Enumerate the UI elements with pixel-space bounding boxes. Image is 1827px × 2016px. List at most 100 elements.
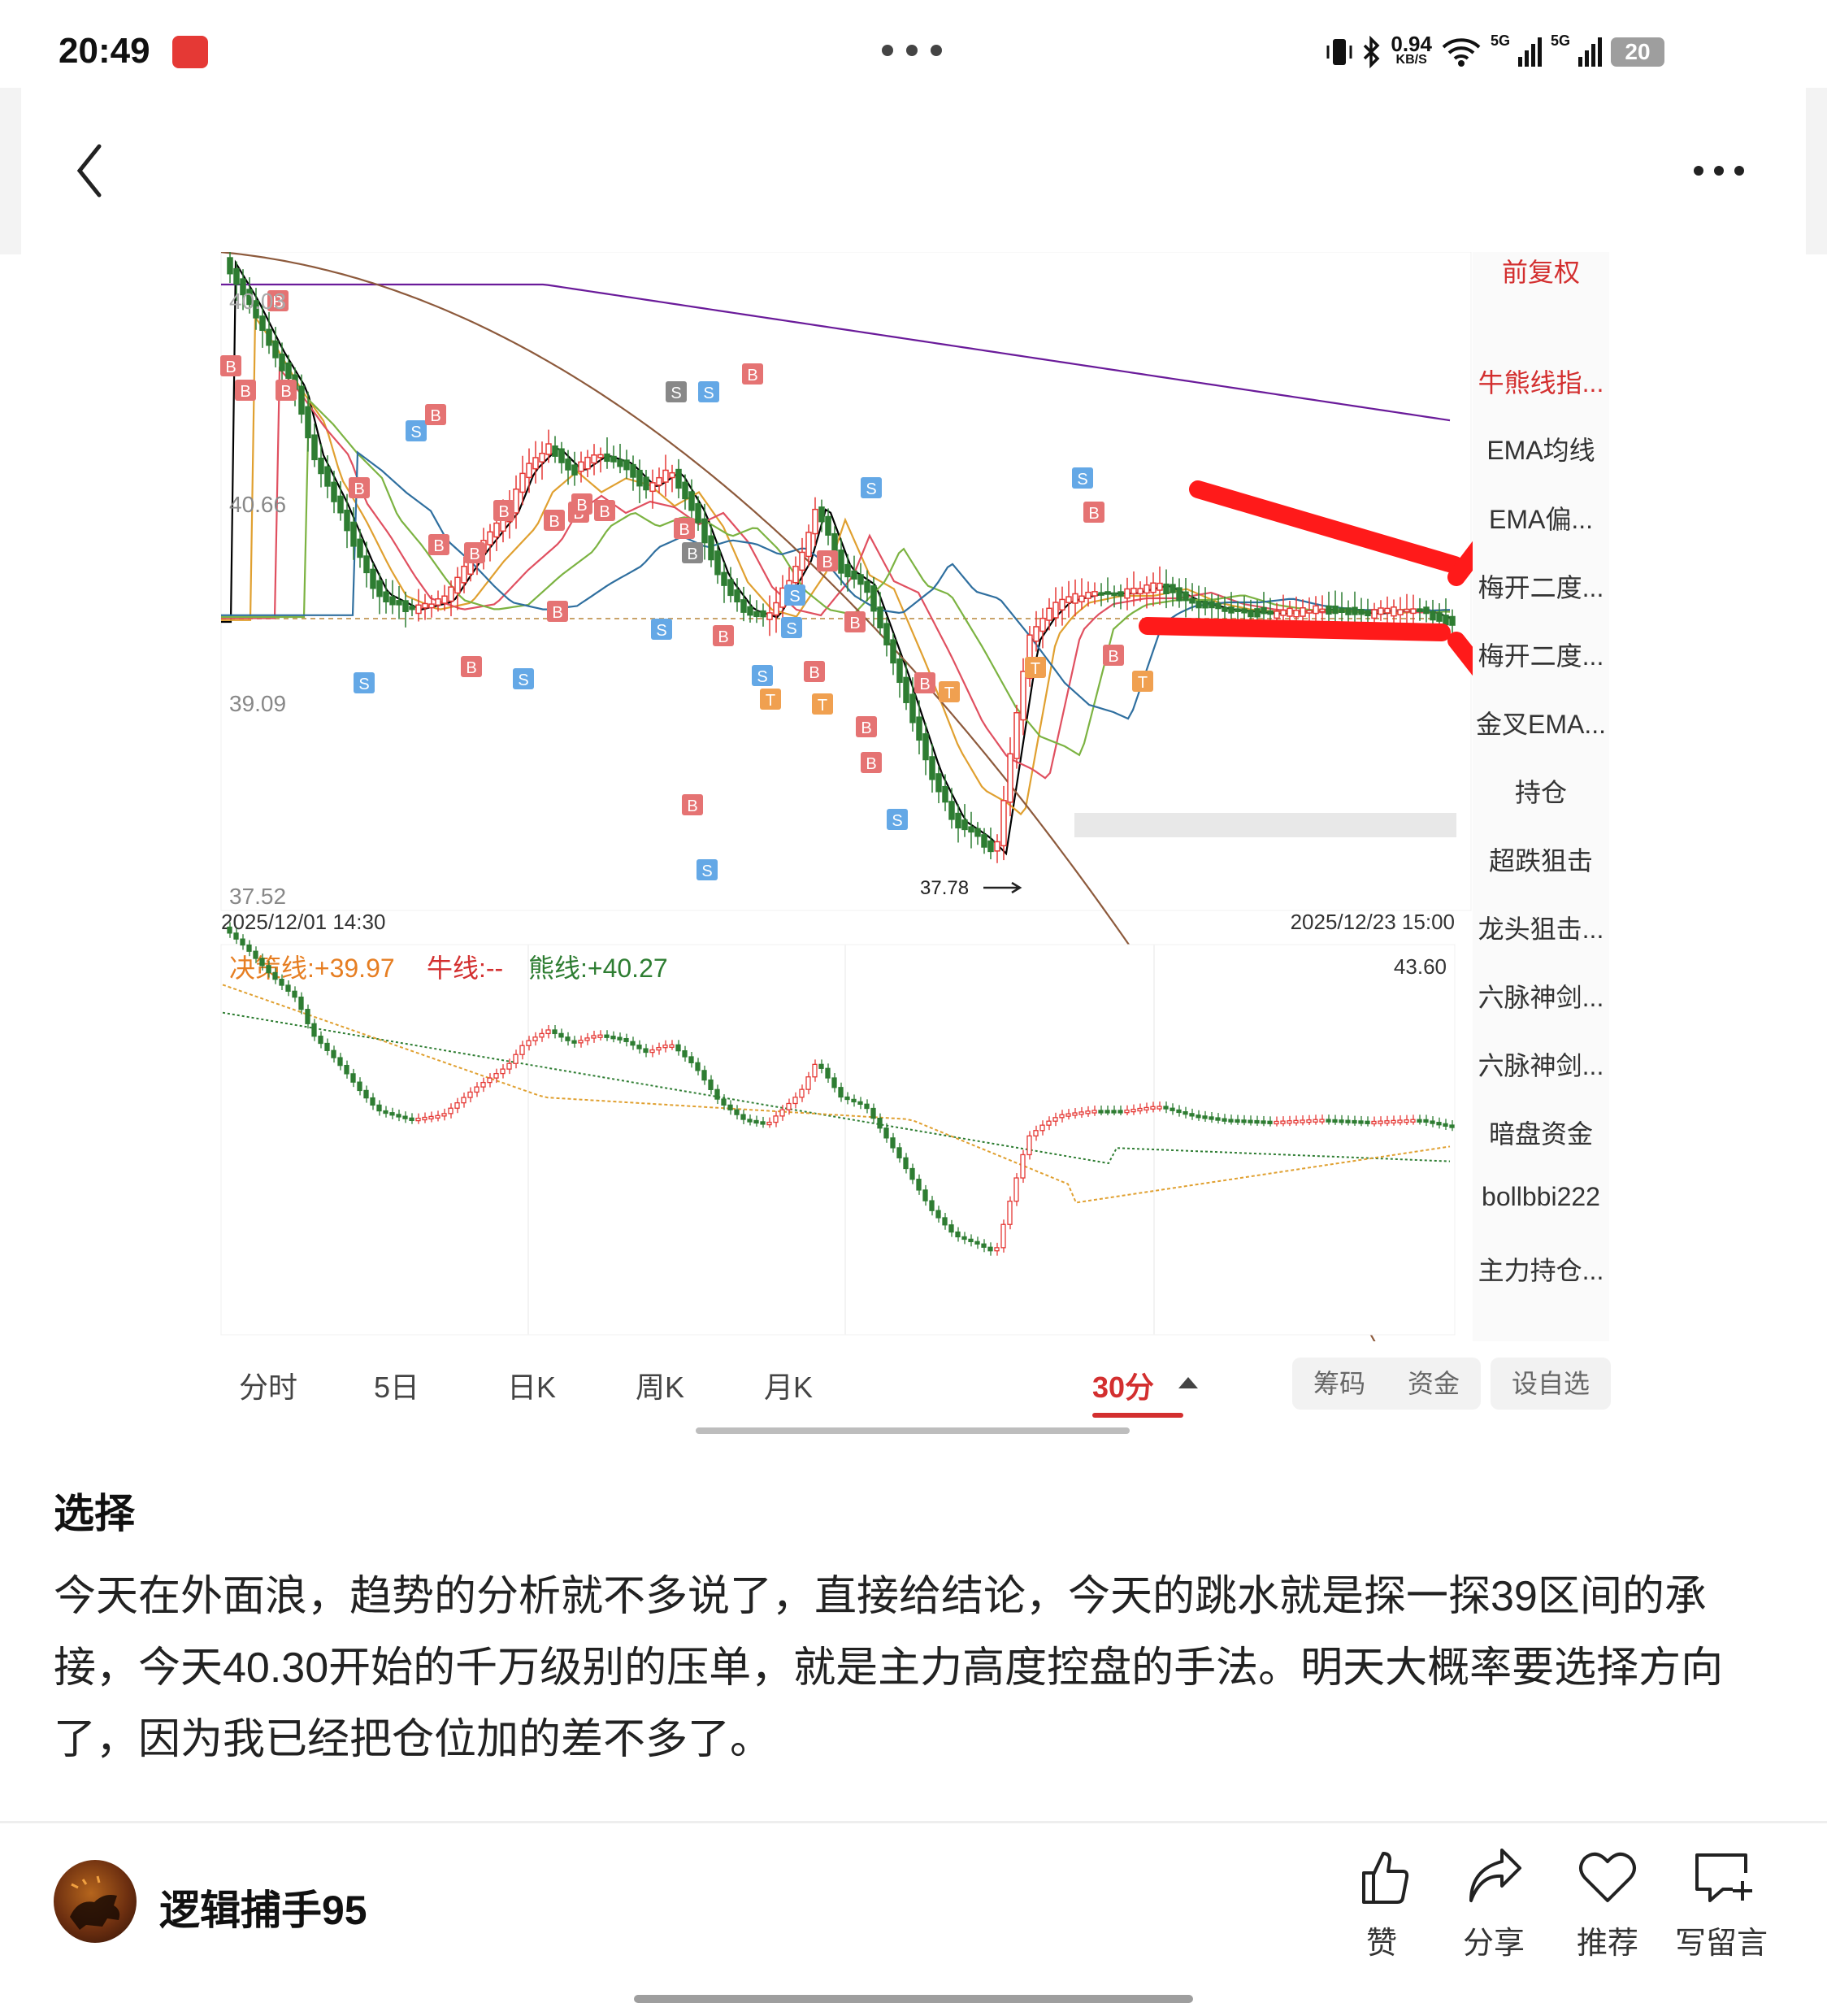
stock-chart[interactable]: BBBBBBBBBBSSBBSBBBSBSBSBBSTSBSBBBBSSBTTB… bbox=[219, 252, 1609, 1341]
sub-candle bbox=[818, 1063, 824, 1069]
trade-signal-marker: B bbox=[713, 625, 734, 646]
trade-signal-letter: B bbox=[599, 503, 610, 521]
candle bbox=[597, 454, 604, 458]
candle bbox=[370, 568, 376, 589]
candle bbox=[1241, 608, 1248, 614]
header-bar bbox=[21, 88, 1806, 254]
trade-signal-marker: S bbox=[781, 617, 802, 638]
trade-signal-marker: T bbox=[1132, 671, 1153, 692]
price-label-3: 39.09 bbox=[229, 691, 286, 716]
candle bbox=[1052, 602, 1059, 619]
candle bbox=[1261, 606, 1267, 615]
sub-candle bbox=[799, 1088, 805, 1098]
trade-signal-marker: S bbox=[698, 381, 719, 402]
sub-candle bbox=[363, 1089, 369, 1099]
candle bbox=[1384, 607, 1391, 614]
menu-item-golden-ema[interactable]: 金叉EMA... bbox=[1473, 704, 1609, 741]
status-indicators: 0.94 KB/S 5G 5G 20 bbox=[1326, 33, 1664, 72]
sub-candle bbox=[1137, 1107, 1143, 1112]
sub-candle bbox=[935, 1210, 941, 1219]
add-watchlist-button[interactable]: 设自选 bbox=[1491, 1358, 1611, 1410]
sub-candle bbox=[961, 1236, 967, 1240]
menu-item-boll[interactable]: bollbbi222 bbox=[1473, 1182, 1609, 1212]
recommend-button[interactable]: 推荐 bbox=[1551, 1844, 1664, 1962]
menu-item-ema[interactable]: EMA均线 bbox=[1473, 430, 1609, 467]
author-name[interactable]: 逻辑捕手95 bbox=[159, 1878, 367, 1936]
trade-signal-marker: S bbox=[354, 672, 375, 693]
like-button[interactable]: 赞 bbox=[1325, 1844, 1439, 1962]
sub-candle bbox=[617, 1036, 623, 1041]
back-arrow-icon[interactable] bbox=[68, 138, 114, 203]
sub-candle bbox=[1339, 1119, 1344, 1123]
chip-button[interactable]: 筹码 bbox=[1292, 1358, 1387, 1410]
candle bbox=[1378, 607, 1384, 615]
sub-candle bbox=[1326, 1119, 1331, 1123]
network-speed-value: 0.94 bbox=[1391, 32, 1432, 56]
candle bbox=[227, 257, 233, 275]
sub-candle bbox=[805, 1076, 811, 1090]
candlestick-chart[interactable]: BBBBBBBBBBSSBBSBBBSBSBSBBSTSBSBBBBSSBTTB… bbox=[219, 252, 1473, 1341]
candle bbox=[363, 555, 370, 574]
menu-item-liumai-1[interactable]: 六脉神剑... bbox=[1473, 977, 1609, 1015]
trade-signal-letter: B bbox=[498, 503, 509, 521]
tab-intraday[interactable]: 分时 bbox=[239, 1364, 297, 1406]
candle bbox=[1313, 605, 1319, 615]
menu-item-ema-dev[interactable]: EMA偏... bbox=[1473, 499, 1609, 537]
trade-signal-marker: B bbox=[547, 601, 568, 622]
candle bbox=[805, 532, 812, 558]
sub-candle bbox=[422, 1116, 427, 1121]
candle bbox=[448, 586, 454, 602]
fund-button[interactable]: 资金 bbox=[1387, 1358, 1481, 1410]
candle bbox=[961, 819, 968, 831]
menu-item-adjust[interactable]: 前复权 bbox=[1473, 252, 1609, 289]
candle bbox=[428, 603, 435, 609]
sub-candle bbox=[688, 1056, 694, 1063]
trade-signal-marker: B bbox=[844, 611, 866, 632]
menu-item-dark-pool[interactable]: 暗盘资金 bbox=[1473, 1114, 1609, 1151]
candle bbox=[324, 466, 331, 487]
trade-signal-marker: B bbox=[594, 500, 615, 521]
trade-signal-marker: B bbox=[220, 355, 241, 376]
candle bbox=[656, 476, 662, 486]
candle bbox=[402, 600, 409, 612]
menu-item-meikai-2[interactable]: 梅开二度... bbox=[1473, 636, 1609, 673]
candle bbox=[285, 362, 292, 380]
share-button[interactable]: 分享 bbox=[1437, 1844, 1551, 1962]
candle bbox=[376, 580, 383, 597]
sub-candle bbox=[1183, 1111, 1188, 1115]
more-options-icon[interactable] bbox=[1690, 154, 1747, 187]
menu-item-position[interactable]: 持仓 bbox=[1473, 772, 1609, 810]
caret-up-icon[interactable] bbox=[1178, 1377, 1198, 1388]
menu-item-main-position[interactable]: 主力持仓... bbox=[1473, 1250, 1609, 1288]
sub-candle bbox=[1443, 1123, 1448, 1127]
sub-candle bbox=[298, 997, 304, 1010]
trade-signal-marker: S bbox=[697, 859, 718, 880]
author-avatar[interactable] bbox=[54, 1860, 137, 1943]
sub-candle bbox=[864, 1103, 870, 1110]
comment-button[interactable]: 写留言 bbox=[1664, 1844, 1778, 1962]
sub-candle bbox=[324, 1042, 330, 1051]
tab-30min[interactable]: 30分 bbox=[1092, 1364, 1154, 1406]
candle bbox=[1078, 595, 1085, 602]
sub-candle bbox=[357, 1081, 362, 1092]
candle bbox=[981, 834, 987, 848]
tab-monthly[interactable]: 月K bbox=[764, 1364, 813, 1406]
menu-item-bullbear[interactable]: 牛熊线指... bbox=[1473, 363, 1609, 400]
sub-candle bbox=[1306, 1119, 1312, 1123]
menu-item-meikai-1[interactable]: 梅开二度... bbox=[1473, 567, 1609, 605]
trade-signal-letter: S bbox=[866, 480, 876, 498]
menu-item-oversold[interactable]: 超跌狙击 bbox=[1473, 841, 1609, 878]
menu-item-leader[interactable]: 龙头狙击... bbox=[1473, 909, 1609, 946]
candle bbox=[1449, 615, 1456, 626]
menu-item-liumai-2[interactable]: 六脉神剑... bbox=[1473, 1045, 1609, 1083]
candle bbox=[1085, 591, 1091, 599]
like-label: 赞 bbox=[1365, 1927, 1397, 1961]
trade-signal-letter: T bbox=[766, 692, 775, 710]
candle bbox=[422, 602, 428, 609]
tab-5day[interactable]: 5日 bbox=[374, 1364, 419, 1406]
tab-weekly[interactable]: 周K bbox=[636, 1364, 684, 1406]
tab-daily[interactable]: 日K bbox=[507, 1364, 556, 1406]
candle bbox=[1436, 612, 1443, 622]
candle bbox=[1098, 592, 1104, 596]
candle bbox=[1254, 608, 1261, 618]
